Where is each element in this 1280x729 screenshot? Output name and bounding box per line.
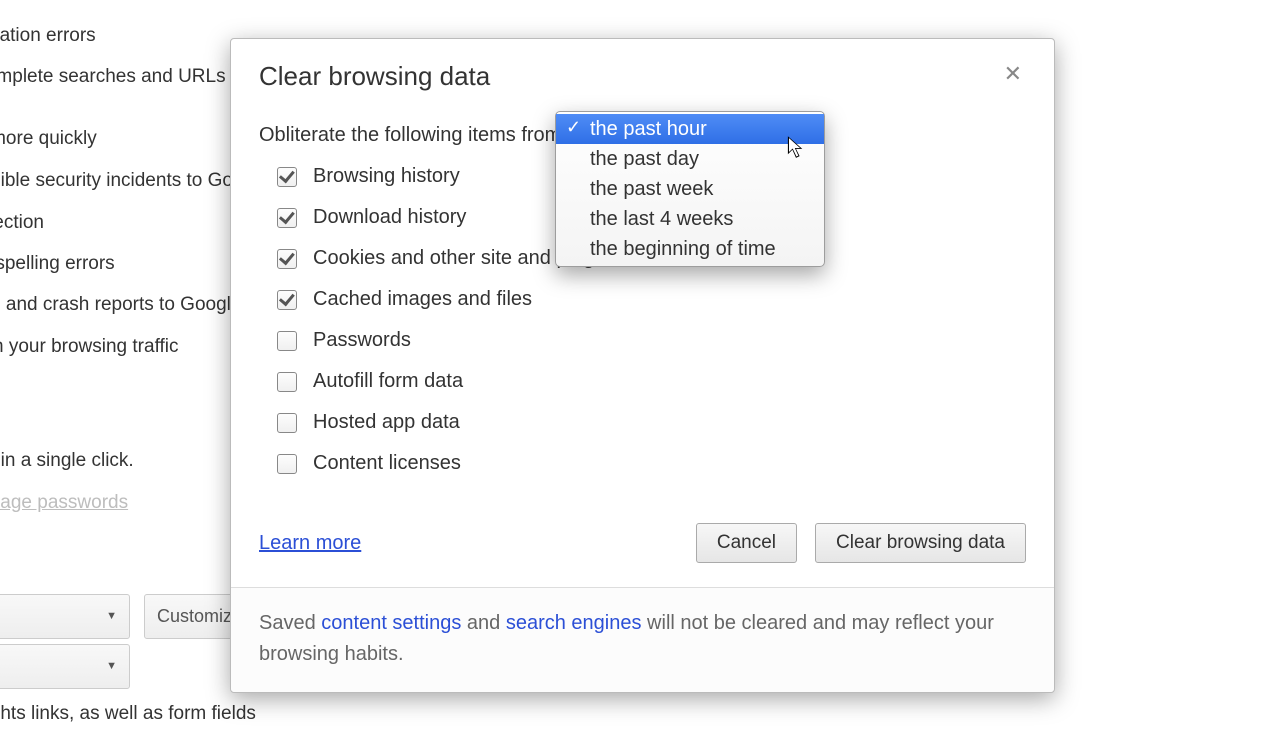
close-icon[interactable]: ✕ — [1000, 61, 1026, 87]
clear-browsing-data-button[interactable]: Clear browsing data — [815, 523, 1026, 563]
item-cached-files[interactable]: Cached images and files — [277, 288, 1026, 311]
search-engines-link[interactable]: search engines — [506, 612, 642, 634]
checkbox[interactable] — [277, 372, 297, 392]
checkbox[interactable] — [277, 249, 297, 269]
checkbox[interactable] — [277, 413, 297, 433]
cancel-button[interactable]: Cancel — [696, 523, 797, 563]
checkbox[interactable] — [277, 167, 297, 187]
time-range-option[interactable]: the past day — [556, 144, 824, 174]
content-settings-link[interactable]: content settings — [321, 612, 461, 634]
obliterate-prompt-label: Obliterate the following items from: — [259, 124, 567, 146]
time-range-option[interactable]: the beginning of time — [556, 234, 824, 264]
dialog-title: Clear browsing data — [259, 61, 490, 92]
time-range-option[interactable]: the past week — [556, 174, 824, 204]
checkbox[interactable] — [277, 290, 297, 310]
item-hosted-app-data[interactable]: Hosted app data — [277, 411, 1026, 434]
time-range-option[interactable]: the last 4 weeks — [556, 204, 824, 234]
checkbox[interactable] — [277, 331, 297, 351]
item-autofill[interactable]: Autofill form data — [277, 370, 1026, 393]
item-passwords[interactable]: Passwords — [277, 329, 1026, 352]
item-content-licenses[interactable]: Content licenses — [277, 452, 1026, 475]
checkbox[interactable] — [277, 208, 297, 228]
checkbox[interactable] — [277, 454, 297, 474]
time-range-option[interactable]: the past hour — [556, 114, 824, 144]
dialog-footer-note: Saved content settings and search engine… — [231, 587, 1054, 692]
time-range-dropdown[interactable]: the past hour the past day the past week… — [555, 111, 825, 267]
learn-more-link[interactable]: Learn more — [259, 532, 361, 555]
